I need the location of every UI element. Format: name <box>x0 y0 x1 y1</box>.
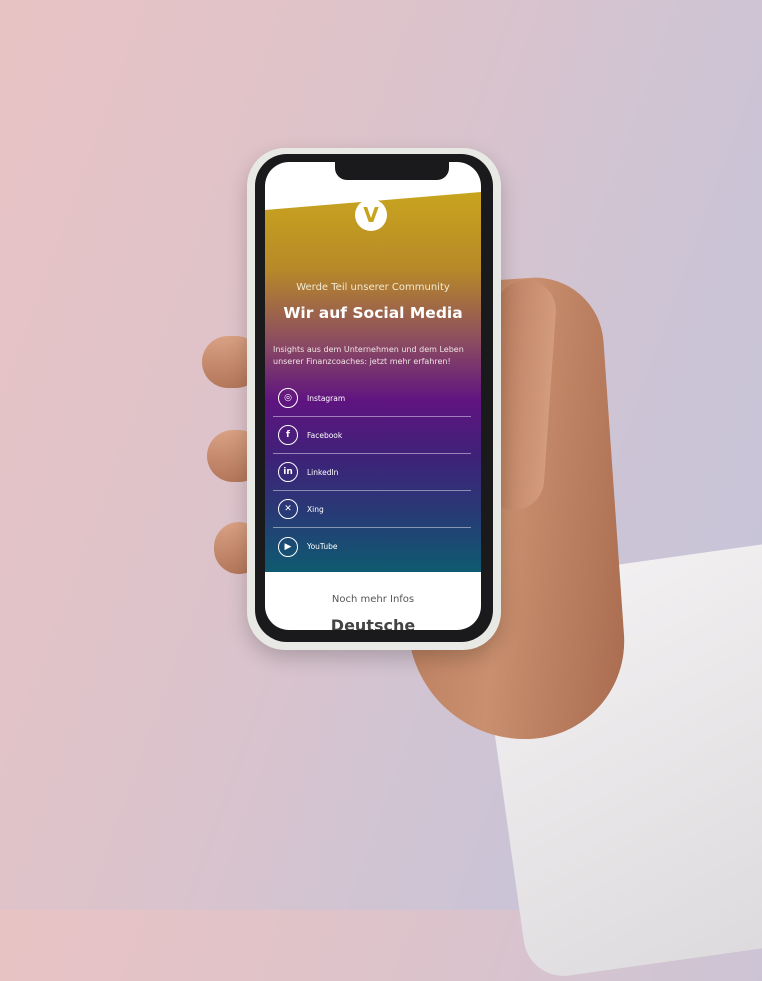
social-link-youtube[interactable]: ▶ YouTube <box>273 528 471 565</box>
facebook-icon: f <box>278 425 298 445</box>
social-link-linkedin[interactable]: in LinkedIn <box>273 454 471 491</box>
section-subtitle: Werde Teil unserer Community <box>296 282 450 293</box>
more-info-heading: Noch mehr Infos <box>331 594 415 605</box>
social-link-xing[interactable]: ✕ Xing <box>273 491 471 528</box>
phone-screen: V Werde Teil unserer Community Wir auf S… <box>265 162 481 630</box>
brand-logo[interactable]: V <box>355 199 387 231</box>
social-link-facebook[interactable]: f Facebook <box>273 417 471 454</box>
social-link-instagram[interactable]: ◎ Instagram <box>273 380 471 417</box>
xing-icon: ✕ <box>278 499 298 519</box>
section-title: Wir auf Social Media <box>283 304 463 322</box>
next-section-heading: Deutsche <box>330 616 416 630</box>
social-list: ◎ Instagram f Facebook in LinkedIn ✕ Xing ▶ Y… <box>273 380 471 565</box>
social-media-section: Werde Teil unserer Community Wir auf Soc… <box>265 192 481 572</box>
phone: V Werde Teil unserer Community Wir auf S… <box>247 148 501 650</box>
notch <box>335 162 449 180</box>
instagram-icon: ◎ <box>278 388 298 408</box>
linkedin-icon: in <box>278 462 298 482</box>
youtube-icon: ▶ <box>278 536 298 557</box>
section-description: Insights aus dem Unternehmen und dem Leb… <box>273 345 464 366</box>
